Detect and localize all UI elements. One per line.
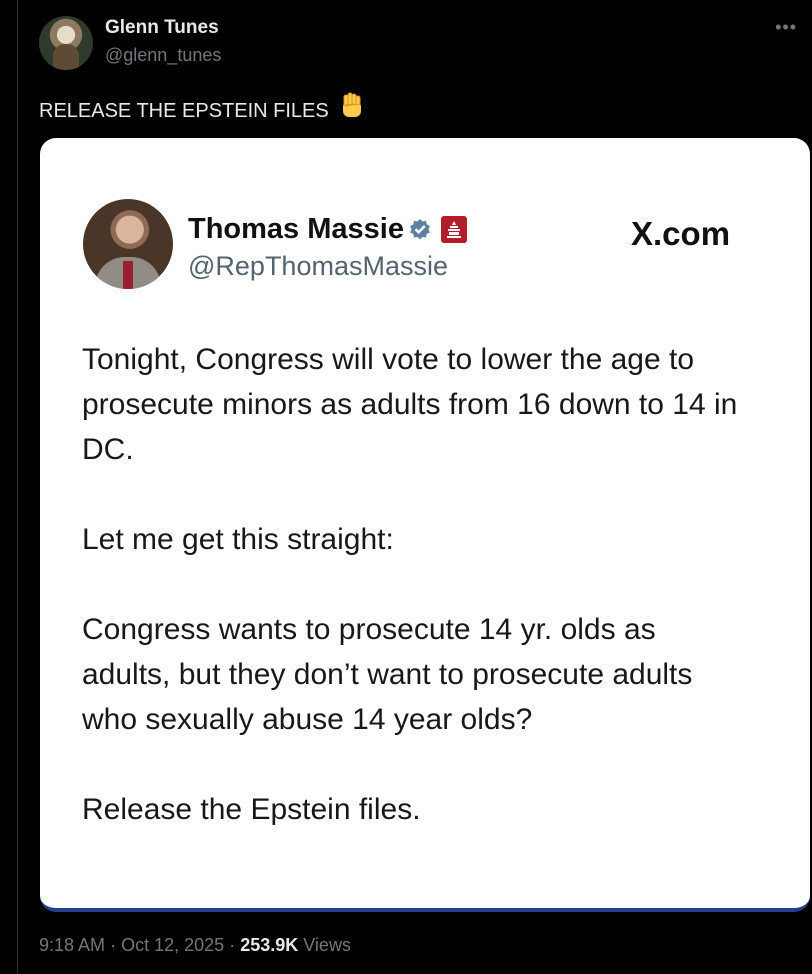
embedded-paragraph-3: Congress wants to prosecute 14 yr. olds … (82, 613, 693, 736)
embedded-author-avatar (83, 199, 173, 289)
heart-icon[interactable] (706, 624, 772, 686)
capitol-icon (441, 216, 467, 243)
x-com-logo: X.com (631, 215, 731, 252)
verified-badge-icon (410, 219, 430, 240)
tweet-text: RELEASE THE EPSTEIN FILES (39, 91, 366, 123)
comment-bubble-icon[interactable] (706, 782, 774, 848)
tweet-text-content: RELEASE THE EPSTEIN FILES (39, 100, 329, 122)
embedded-paragraph-4: Release the Epstein files. (82, 793, 421, 826)
more-dots-icon[interactable]: ••• (775, 17, 797, 38)
meta-separator-2: · (229, 935, 236, 955)
comment-count: 17 (728, 871, 752, 893)
author-avatar[interactable] (39, 16, 93, 70)
author-name[interactable]: Glenn Tunes (105, 17, 219, 39)
like-count: 11.3K (717, 717, 771, 739)
embedded-author-handle: @RepThomasMassie (188, 251, 448, 281)
tweet-metadata: 9:18 AM · Oct 12, 2025 · 253.9K Views (39, 935, 351, 956)
embedded-paragraph-2: Let me get this straight: (82, 523, 394, 556)
avatar-tie (123, 261, 133, 289)
views-label: Views (303, 935, 351, 955)
avatar-figure (53, 44, 79, 70)
tweet-header: Glenn Tunes @glenn_tunes ••• (39, 14, 799, 70)
post-date[interactable]: Oct 12, 2025 (121, 935, 224, 955)
timeline-divider (17, 0, 18, 974)
embedded-post-image[interactable]: Thomas Massie @RepThomasMassie X.com Ton… (40, 138, 810, 912)
author-handle[interactable]: @glenn_tunes (105, 45, 221, 66)
post-time[interactable]: 9:18 AM (39, 935, 105, 955)
raised-fist-emoji (343, 92, 362, 117)
embedded-author-name: Thomas Massie (188, 213, 404, 245)
views-count[interactable]: 253.9K (240, 935, 298, 955)
meta-separator-1: · (110, 935, 117, 955)
embedded-post-text: Tonight, Congress will vote to lower the… (82, 337, 752, 832)
embedded-paragraph-1: Tonight, Congress will vote to lower the… (82, 343, 738, 466)
